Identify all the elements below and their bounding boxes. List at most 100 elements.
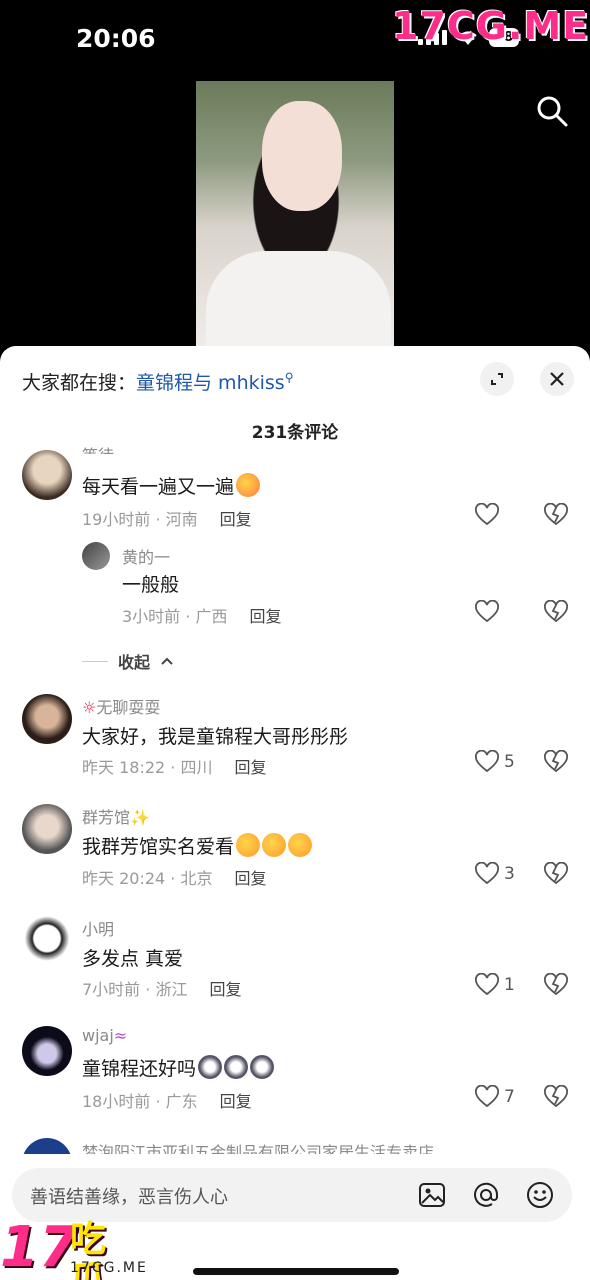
dislike-button[interactable] (543, 599, 569, 628)
collapse-label: 收起 (118, 653, 151, 672)
like-button[interactable]: 1 (474, 973, 515, 997)
dog-emoji-icon (224, 1055, 249, 1079)
avatar[interactable] (22, 804, 72, 854)
search-suggestion-prefix: 大家都在搜： (22, 372, 137, 394)
comment-time: 18小时前 · 广东 (82, 1092, 198, 1111)
thumb-shirt (206, 251, 391, 348)
broken-heart-icon (544, 749, 568, 773)
avatar[interactable] (82, 542, 110, 570)
sparkles-icon: ✨ (130, 808, 150, 827)
comment-text: 我群芳馆实名爱看 (82, 832, 313, 859)
broken-heart-icon (544, 861, 568, 885)
reply-button[interactable]: 回复 (234, 758, 266, 777)
comment-input-placeholder: 善语结善缘，恶言伤人心 (30, 1187, 228, 1208)
comment-author-name: 群芳馆 (82, 808, 131, 827)
video-thumbnail[interactable] (196, 81, 394, 348)
like-count: 5 (504, 752, 515, 772)
comment-time: 昨天 18:22 · 四川 (82, 758, 213, 777)
comment-text-content: 每天看一遍又一遍 (82, 476, 235, 498)
broken-heart-icon (544, 972, 568, 996)
avatar[interactable] (22, 916, 72, 966)
expand-icon (491, 373, 503, 385)
comment-text: 童锦程还好吗 (82, 1054, 275, 1081)
status-time: 20:06 (76, 24, 156, 53)
comment-time: 19小时前 · 河南 (82, 510, 198, 529)
dislike-button[interactable] (543, 972, 569, 1001)
broken-heart-icon (544, 502, 568, 526)
close-button[interactable] (540, 362, 574, 396)
broken-heart-icon (544, 1084, 568, 1108)
home-indicator (193, 1268, 399, 1275)
comment-text: 大家好，我是童锦程大哥彤彤彤 (82, 726, 349, 748)
chevron-up-icon (161, 657, 173, 665)
like-button[interactable]: 3 (474, 862, 515, 886)
like-count: 1 (504, 975, 515, 995)
comment-time: 昨天 20:24 · 北京 (82, 869, 213, 888)
comment-author[interactable]: 等待、 (82, 442, 130, 454)
comment-author-name: 无聊耍耍 (96, 698, 161, 717)
watermark-number: 17 (0, 1215, 78, 1280)
emoji-icon[interactable] (525, 1180, 555, 1210)
like-button[interactable]: 7 (474, 1085, 515, 1109)
image-icon[interactable] (417, 1180, 447, 1210)
watermark-logo-top: 17CG.ME (392, 4, 590, 48)
heart-icon (475, 600, 499, 623)
like-count: 7 (504, 1087, 515, 1107)
flushed-emoji-icon (288, 833, 313, 857)
flushed-emoji-icon (262, 833, 287, 857)
like-count: 3 (504, 864, 515, 884)
search-small-icon: ⚲ (284, 370, 294, 385)
dislike-button[interactable] (543, 749, 569, 778)
heart-icon (475, 750, 499, 773)
heart-icon (475, 973, 499, 996)
comment-meta: 19小时前 · 河南 回复 (82, 506, 252, 530)
reply-button[interactable]: 回复 (234, 869, 266, 888)
dislike-button[interactable] (543, 502, 569, 531)
reply-button[interactable]: 回复 (220, 510, 252, 529)
comment-text: 每天看一遍又一遍 (82, 472, 261, 499)
comment-count: 231条评论 (251, 423, 339, 443)
reply-button[interactable]: 回复 (220, 1092, 252, 1111)
comment-text: 一般般 (122, 574, 180, 596)
dog-emoji-icon (250, 1055, 275, 1079)
mention-icon[interactable] (471, 1180, 501, 1210)
avatar[interactable] (22, 450, 72, 500)
comment-author[interactable]: 黄的一 (122, 544, 170, 568)
heart-icon (475, 1085, 499, 1108)
dislike-button[interactable] (543, 861, 569, 890)
dislike-button[interactable] (543, 1084, 569, 1113)
watermark-url: 17CG.ME (70, 1260, 148, 1276)
heart-icon (475, 862, 499, 885)
search-suggestion-keyword[interactable]: 童锦程与 mhkiss (136, 372, 285, 394)
comment-input[interactable]: 善语结善缘，恶言伤人心 (12, 1168, 572, 1222)
heart-eyes-emoji-icon (236, 473, 261, 497)
dog-emoji-icon (198, 1055, 223, 1079)
avatar[interactable] (22, 1026, 72, 1076)
comment-text-content: 我群芳馆实名爱看 (82, 836, 235, 858)
comment-time: 3小时前 · 广西 (122, 607, 228, 626)
reply-button[interactable]: 回复 (249, 607, 281, 626)
expand-button[interactable] (480, 362, 514, 396)
comment-author[interactable]: 小明 (82, 916, 114, 940)
comment-author-name: wjaj (82, 1026, 114, 1045)
comment-sheet: 大家都在搜：童锦程与 mhkiss⚲ 231条评论 等待、 每天看一遍又一遍 1… (0, 346, 590, 1280)
comment-text-content: 童锦程还好吗 (82, 1058, 197, 1080)
comment-meta: 3小时前 · 广西 回复 (122, 603, 281, 627)
comment-meta: 18小时前 · 广东 回复 (82, 1088, 252, 1112)
comment-time: 7小时前 · 浙江 (82, 980, 188, 999)
reply-button[interactable]: 回复 (209, 980, 241, 999)
collapse-replies-button[interactable]: 收起 (82, 649, 174, 673)
comment-meta: 7小时前 · 浙江 回复 (82, 976, 241, 1000)
like-button[interactable]: 5 (474, 750, 515, 774)
heart-icon (475, 503, 499, 526)
like-button[interactable] (474, 503, 504, 527)
search-icon[interactable] (535, 94, 569, 128)
search-suggestion[interactable]: 大家都在搜：童锦程与 mhkiss⚲ (22, 368, 293, 395)
dna-icon: ≈ (113, 1026, 128, 1045)
comment-author[interactable]: 群芳馆✨ (82, 804, 150, 828)
comment-meta: 昨天 20:24 · 北京 回复 (82, 865, 266, 889)
comment-author[interactable]: wjaj≈ (82, 1026, 127, 1045)
avatar[interactable] (22, 694, 72, 744)
like-button[interactable] (474, 600, 504, 624)
comment-author[interactable]: ☼无聊耍耍 (82, 694, 160, 718)
